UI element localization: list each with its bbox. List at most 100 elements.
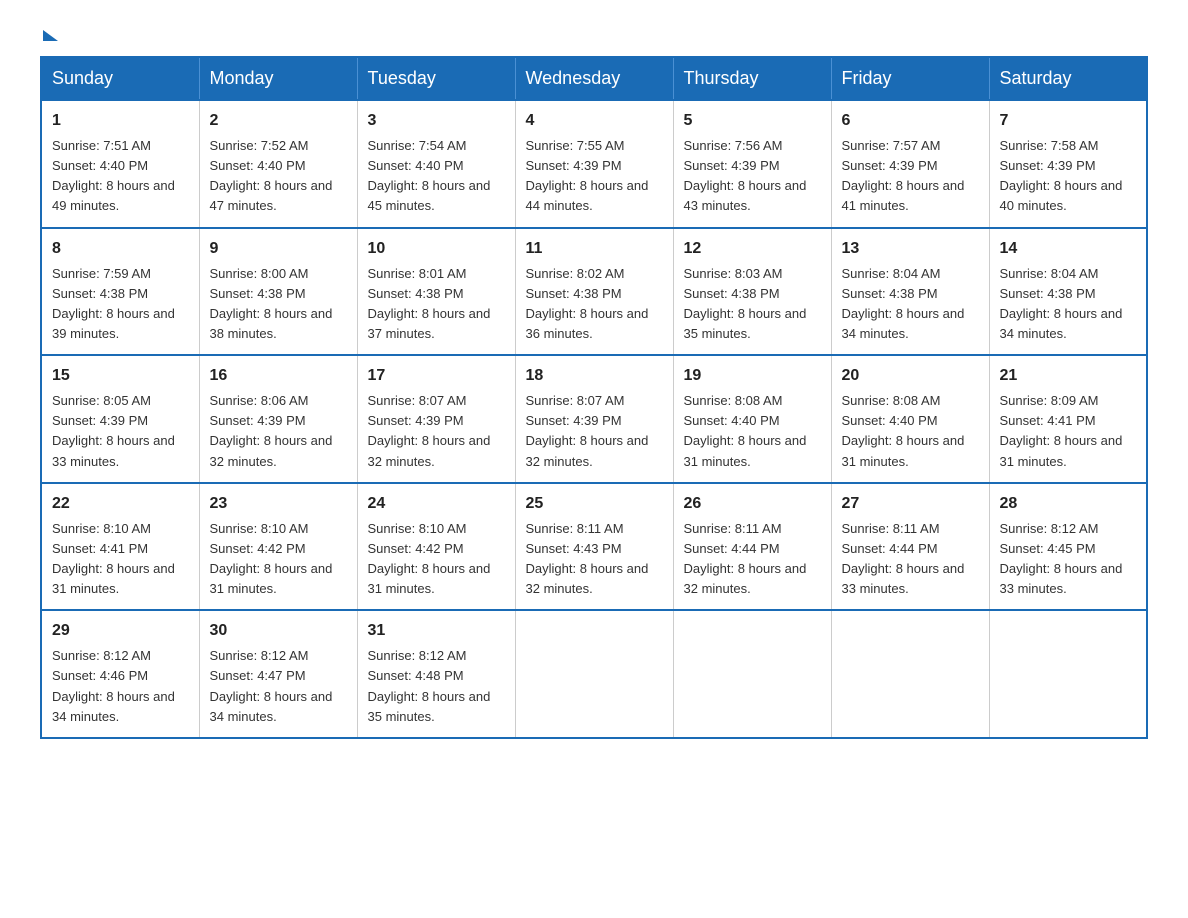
day-info: Sunrise: 8:12 AMSunset: 4:46 PMDaylight:… [52,646,189,727]
day-info: Sunrise: 8:08 AMSunset: 4:40 PMDaylight:… [684,391,821,472]
day-number: 17 [368,364,505,388]
calendar-cell: 26 Sunrise: 8:11 AMSunset: 4:44 PMDayligh… [673,483,831,611]
day-info: Sunrise: 8:00 AMSunset: 4:38 PMDaylight:… [210,264,347,345]
day-number: 30 [210,619,347,643]
day-number: 5 [684,109,821,133]
day-number: 22 [52,492,189,516]
day-info: Sunrise: 8:01 AMSunset: 4:38 PMDaylight:… [368,264,505,345]
weekday-header-sunday: Sunday [41,57,199,100]
day-number: 20 [842,364,979,388]
calendar-cell: 8 Sunrise: 7:59 AMSunset: 4:38 PMDaylight… [41,228,199,356]
day-number: 28 [1000,492,1137,516]
calendar-cell: 2 Sunrise: 7:52 AMSunset: 4:40 PMDaylight… [199,100,357,228]
day-info: Sunrise: 7:59 AMSunset: 4:38 PMDaylight:… [52,264,189,345]
calendar-cell [673,610,831,738]
calendar-cell: 4 Sunrise: 7:55 AMSunset: 4:39 PMDaylight… [515,100,673,228]
calendar-cell: 28 Sunrise: 8:12 AMSunset: 4:45 PMDayligh… [989,483,1147,611]
day-number: 21 [1000,364,1137,388]
day-info: Sunrise: 7:54 AMSunset: 4:40 PMDaylight:… [368,136,505,217]
day-info: Sunrise: 8:10 AMSunset: 4:42 PMDaylight:… [210,519,347,600]
day-info: Sunrise: 8:05 AMSunset: 4:39 PMDaylight:… [52,391,189,472]
day-info: Sunrise: 7:51 AMSunset: 4:40 PMDaylight:… [52,136,189,217]
calendar-cell: 25 Sunrise: 8:11 AMSunset: 4:43 PMDayligh… [515,483,673,611]
day-number: 27 [842,492,979,516]
day-info: Sunrise: 7:55 AMSunset: 4:39 PMDaylight:… [526,136,663,217]
day-number: 16 [210,364,347,388]
day-info: Sunrise: 8:06 AMSunset: 4:39 PMDaylight:… [210,391,347,472]
calendar-cell: 24 Sunrise: 8:10 AMSunset: 4:42 PMDayligh… [357,483,515,611]
day-info: Sunrise: 8:04 AMSunset: 4:38 PMDaylight:… [1000,264,1137,345]
day-info: Sunrise: 8:10 AMSunset: 4:42 PMDaylight:… [368,519,505,600]
calendar-cell [515,610,673,738]
weekday-header-thursday: Thursday [673,57,831,100]
day-info: Sunrise: 7:56 AMSunset: 4:39 PMDaylight:… [684,136,821,217]
calendar-cell: 1 Sunrise: 7:51 AMSunset: 4:40 PMDaylight… [41,100,199,228]
calendar-cell: 23Sunrise: 8:10 AMSunset: 4:42 PMDayligh… [199,483,357,611]
day-number: 9 [210,237,347,261]
day-info: Sunrise: 8:12 AMSunset: 4:45 PMDaylight:… [1000,519,1137,600]
day-info: Sunrise: 8:12 AMSunset: 4:48 PMDaylight:… [368,646,505,727]
day-number: 1 [52,109,189,133]
day-number: 10 [368,237,505,261]
day-number: 19 [684,364,821,388]
calendar-cell: 20 Sunrise: 8:08 AMSunset: 4:40 PMDayligh… [831,355,989,483]
weekday-header-saturday: Saturday [989,57,1147,100]
weekday-header-row: SundayMondayTuesdayWednesdayThursdayFrid… [41,57,1147,100]
calendar-cell: 21Sunrise: 8:09 AMSunset: 4:41 PMDayligh… [989,355,1147,483]
calendar-cell: 16 Sunrise: 8:06 AMSunset: 4:39 PMDayligh… [199,355,357,483]
calendar-cell: 13Sunrise: 8:04 AMSunset: 4:38 PMDayligh… [831,228,989,356]
calendar-cell: 17 Sunrise: 8:07 AMSunset: 4:39 PMDayligh… [357,355,515,483]
day-info: Sunrise: 8:11 AMSunset: 4:44 PMDaylight:… [684,519,821,600]
logo-arrow-icon [43,30,58,41]
day-info: Sunrise: 8:07 AMSunset: 4:39 PMDaylight:… [526,391,663,472]
calendar-week-row: 15 Sunrise: 8:05 AMSunset: 4:39 PMDayligh… [41,355,1147,483]
day-number: 2 [210,109,347,133]
day-number: 26 [684,492,821,516]
day-info: Sunrise: 8:10 AMSunset: 4:41 PMDaylight:… [52,519,189,600]
calendar-cell: 9 Sunrise: 8:00 AMSunset: 4:38 PMDaylight… [199,228,357,356]
day-number: 12 [684,237,821,261]
day-number: 24 [368,492,505,516]
weekday-header-friday: Friday [831,57,989,100]
day-info: Sunrise: 7:57 AMSunset: 4:39 PMDaylight:… [842,136,979,217]
calendar-week-row: 1 Sunrise: 7:51 AMSunset: 4:40 PMDaylight… [41,100,1147,228]
calendar-cell: 18Sunrise: 8:07 AMSunset: 4:39 PMDayligh… [515,355,673,483]
calendar-cell: 6 Sunrise: 7:57 AMSunset: 4:39 PMDaylight… [831,100,989,228]
calendar-week-row: 22 Sunrise: 8:10 AMSunset: 4:41 PMDayligh… [41,483,1147,611]
calendar-cell: 29 Sunrise: 8:12 AMSunset: 4:46 PMDayligh… [41,610,199,738]
day-number: 6 [842,109,979,133]
day-info: Sunrise: 8:12 AMSunset: 4:47 PMDaylight:… [210,646,347,727]
day-number: 15 [52,364,189,388]
day-number: 29 [52,619,189,643]
day-info: Sunrise: 8:08 AMSunset: 4:40 PMDaylight:… [842,391,979,472]
day-info: Sunrise: 7:58 AMSunset: 4:39 PMDaylight:… [1000,136,1137,217]
day-number: 25 [526,492,663,516]
calendar-cell: 15 Sunrise: 8:05 AMSunset: 4:39 PMDayligh… [41,355,199,483]
weekday-header-tuesday: Tuesday [357,57,515,100]
day-number: 11 [526,237,663,261]
calendar-cell: 12Sunrise: 8:03 AMSunset: 4:38 PMDayligh… [673,228,831,356]
calendar-week-row: 29 Sunrise: 8:12 AMSunset: 4:46 PMDayligh… [41,610,1147,738]
calendar-table: SundayMondayTuesdayWednesdayThursdayFrid… [40,56,1148,739]
day-info: Sunrise: 7:52 AMSunset: 4:40 PMDaylight:… [210,136,347,217]
day-number: 31 [368,619,505,643]
calendar-cell: 10 Sunrise: 8:01 AMSunset: 4:38 PMDayligh… [357,228,515,356]
calendar-cell [831,610,989,738]
day-number: 7 [1000,109,1137,133]
day-info: Sunrise: 8:02 AMSunset: 4:38 PMDaylight:… [526,264,663,345]
day-info: Sunrise: 8:07 AMSunset: 4:39 PMDaylight:… [368,391,505,472]
calendar-cell: 7 Sunrise: 7:58 AMSunset: 4:39 PMDaylight… [989,100,1147,228]
calendar-cell: 14Sunrise: 8:04 AMSunset: 4:38 PMDayligh… [989,228,1147,356]
calendar-cell: 11 Sunrise: 8:02 AMSunset: 4:38 PMDayligh… [515,228,673,356]
day-number: 8 [52,237,189,261]
calendar-cell [989,610,1147,738]
calendar-cell: 27 Sunrise: 8:11 AMSunset: 4:44 PMDayligh… [831,483,989,611]
calendar-cell: 30 Sunrise: 8:12 AMSunset: 4:47 PMDayligh… [199,610,357,738]
calendar-cell: 3Sunrise: 7:54 AMSunset: 4:40 PMDaylight… [357,100,515,228]
day-number: 13 [842,237,979,261]
day-info: Sunrise: 8:11 AMSunset: 4:44 PMDaylight:… [842,519,979,600]
weekday-header-monday: Monday [199,57,357,100]
day-info: Sunrise: 8:11 AMSunset: 4:43 PMDaylight:… [526,519,663,600]
day-number: 4 [526,109,663,133]
calendar-cell: 22 Sunrise: 8:10 AMSunset: 4:41 PMDayligh… [41,483,199,611]
